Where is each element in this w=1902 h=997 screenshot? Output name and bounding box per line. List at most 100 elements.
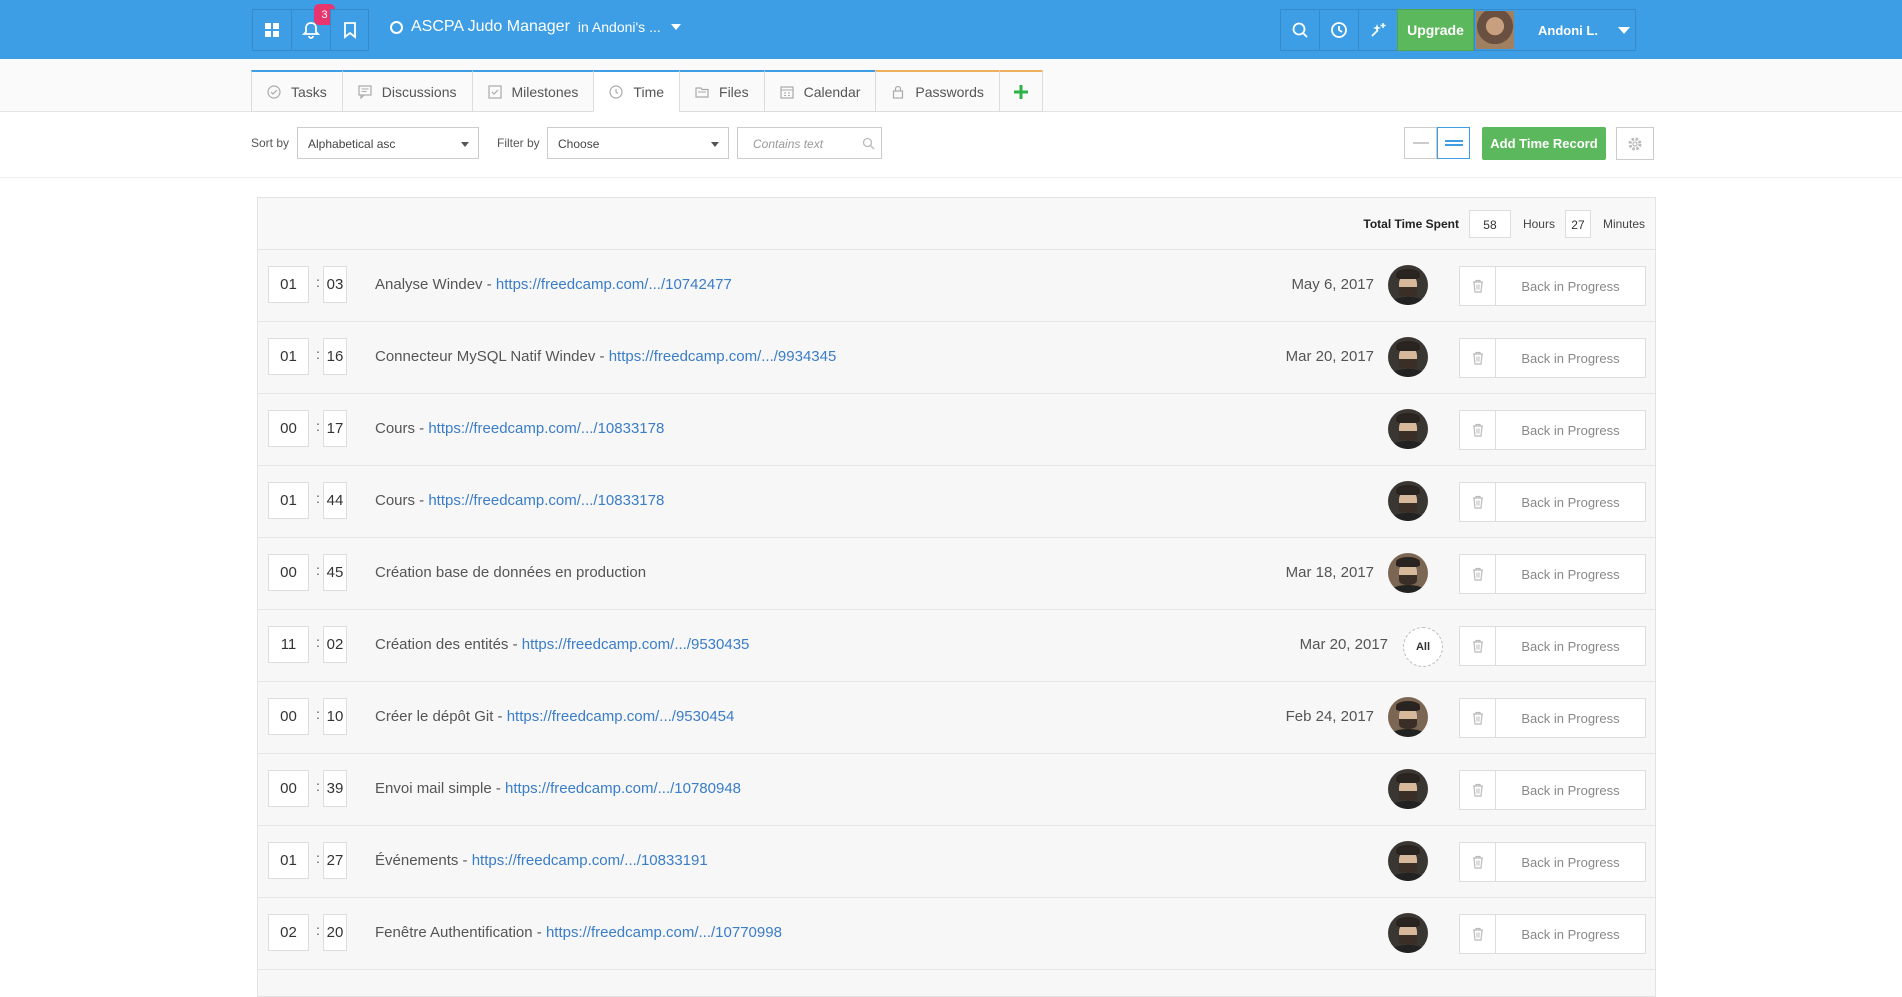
hours-field[interactable]: 00 (268, 410, 309, 447)
apps-grid-button[interactable] (252, 9, 291, 51)
compact-view-button[interactable] (1404, 127, 1437, 159)
delete-button[interactable] (1459, 554, 1496, 594)
back-in-progress-button[interactable]: Back in Progress (1496, 626, 1646, 666)
task-link[interactable]: https://freedcamp.com/.../9530435 (522, 636, 750, 653)
back-in-progress-button[interactable]: Back in Progress (1496, 266, 1646, 306)
back-in-progress-button[interactable]: Back in Progress (1496, 770, 1646, 810)
assignee-avatar[interactable] (1388, 913, 1428, 953)
tab-tasks[interactable]: Tasks (251, 70, 342, 112)
time-record-row[interactable]: 00 : 10 Créer le dépôt Git - https://fre… (258, 682, 1655, 754)
time-record-row[interactable]: 00 : 45 Création base de données en prod… (258, 538, 1655, 610)
hours-field[interactable]: 01 (268, 842, 309, 879)
assignee-avatar[interactable] (1388, 337, 1428, 377)
task-link[interactable]: https://freedcamp.com/.../10742477 (496, 276, 732, 293)
assignee-avatar[interactable] (1388, 841, 1428, 881)
search-input[interactable]: Contains text (737, 127, 882, 159)
time-record-row[interactable]: 01 : 03 Analyse Windev - https://freedca… (258, 250, 1655, 322)
assignee-avatar[interactable] (1388, 265, 1428, 305)
upgrade-button[interactable]: Upgrade (1397, 9, 1474, 51)
time-record-row[interactable]: 01 : 16 Connecteur MySQL Natif Windev - … (258, 322, 1655, 394)
minutes-field[interactable]: 20 (323, 914, 347, 951)
tab-milestones[interactable]: Milestones (471, 70, 594, 112)
time-record-row[interactable]: 02 : 20 Fenêtre Authentification - https… (258, 898, 1655, 970)
recent-button[interactable] (1319, 9, 1358, 51)
record-title: Cours - (375, 420, 429, 437)
bookmarks-button[interactable] (330, 9, 369, 51)
task-link[interactable]: https://freedcamp.com/.../9530454 (507, 708, 735, 725)
plus-icon (1013, 84, 1028, 99)
hours-field[interactable]: 00 (268, 554, 309, 591)
delete-button[interactable] (1459, 698, 1496, 738)
back-in-progress-button[interactable]: Back in Progress (1496, 482, 1646, 522)
delete-button[interactable] (1459, 410, 1496, 450)
delete-button[interactable] (1459, 338, 1496, 378)
delete-button[interactable] (1459, 626, 1496, 666)
tab-passwords[interactable]: Passwords (875, 70, 999, 112)
minutes-field[interactable]: 03 (323, 266, 347, 303)
delete-button[interactable] (1459, 266, 1496, 306)
task-link[interactable]: https://freedcamp.com/.../10770998 (546, 924, 782, 941)
user-menu[interactable]: Andoni L. (1474, 9, 1636, 51)
all-assignees-badge[interactable]: All (1403, 627, 1443, 667)
minutes-field[interactable]: 16 (323, 338, 347, 375)
assignee-avatar[interactable] (1388, 481, 1428, 521)
hours-field[interactable]: 01 (268, 482, 309, 519)
time-record-row[interactable]: 01 : 44 Cours - https://freedcamp.com/..… (258, 466, 1655, 538)
hours-field[interactable]: 00 (268, 770, 309, 807)
assignee-avatar[interactable] (1388, 697, 1428, 737)
minutes-field[interactable]: 17 (323, 410, 347, 447)
task-link[interactable]: https://freedcamp.com/.../10833178 (428, 420, 664, 437)
tab-files[interactable]: Files (679, 70, 764, 112)
expanded-view-button[interactable] (1437, 127, 1470, 159)
hours-field[interactable]: 00 (268, 698, 309, 735)
add-app-button[interactable] (998, 70, 1043, 112)
tab-time[interactable]: Time (593, 70, 680, 112)
time-record-row[interactable]: 11 : 02 Création des entités - https://f… (258, 610, 1655, 682)
minutes-field[interactable]: 27 (323, 842, 347, 879)
back-in-progress-button[interactable]: Back in Progress (1496, 554, 1646, 594)
time-record-row[interactable]: 00 : 17 Cours - https://freedcamp.com/..… (258, 394, 1655, 466)
time-separator: : (316, 418, 320, 434)
minutes-field[interactable]: 45 (323, 554, 347, 591)
delete-button[interactable] (1459, 914, 1496, 954)
quick-add-button[interactable] (1358, 9, 1397, 51)
tab-calendar[interactable]: Calendar (763, 70, 876, 112)
task-link[interactable]: https://freedcamp.com/.../10833191 (472, 852, 708, 869)
task-link[interactable]: https://freedcamp.com/.../10780948 (505, 780, 741, 797)
notifications-button[interactable]: 3 (291, 4, 335, 51)
task-link[interactable]: https://freedcamp.com/.../10833178 (428, 492, 664, 509)
assignee-avatar[interactable] (1388, 769, 1428, 809)
minutes-field[interactable]: 44 (323, 482, 347, 519)
delete-button[interactable] (1459, 842, 1496, 882)
filter-label: Filter by (497, 136, 540, 150)
project-selector[interactable]: ASCPA Judo Manager in Andoni's ... (390, 18, 681, 36)
assignee-avatar[interactable] (1388, 409, 1428, 449)
assignee-avatar[interactable] (1388, 553, 1428, 593)
tab-discussions[interactable]: Discussions (341, 70, 472, 112)
hours-field[interactable]: 01 (268, 266, 309, 303)
back-in-progress-button[interactable]: Back in Progress (1496, 410, 1646, 450)
delete-button[interactable] (1459, 770, 1496, 810)
sort-select[interactable]: Alphabetical asc (297, 127, 479, 159)
back-in-progress-button[interactable]: Back in Progress (1496, 698, 1646, 738)
total-hours: 58 (1468, 209, 1511, 238)
back-in-progress-button[interactable]: Back in Progress (1496, 914, 1646, 954)
minutes-field[interactable]: 10 (323, 698, 347, 735)
back-in-progress-button[interactable]: Back in Progress (1496, 842, 1646, 882)
calendar-icon (779, 85, 794, 99)
task-link[interactable]: https://freedcamp.com/.../9934345 (609, 348, 837, 365)
time-record-row[interactable]: 00 : 39 Envoi mail simple - https://free… (258, 754, 1655, 826)
hours-field[interactable]: 02 (268, 914, 309, 951)
back-in-progress-button[interactable]: Back in Progress (1496, 338, 1646, 378)
hours-field[interactable]: 11 (268, 626, 309, 663)
filter-select[interactable]: Choose (547, 127, 729, 159)
search-button[interactable] (1280, 9, 1319, 51)
time-record-row[interactable]: 01 : 27 Événements - https://freedcamp.c… (258, 826, 1655, 898)
minutes-field[interactable]: 02 (323, 626, 347, 663)
settings-button[interactable] (1616, 127, 1654, 160)
hours-field[interactable]: 01 (268, 338, 309, 375)
minutes-field[interactable]: 39 (323, 770, 347, 807)
delete-button[interactable] (1459, 482, 1496, 522)
record-description: Analyse Windev - https://freedcamp.com/.… (375, 276, 732, 293)
add-time-record-button[interactable]: Add Time Record (1482, 127, 1606, 160)
